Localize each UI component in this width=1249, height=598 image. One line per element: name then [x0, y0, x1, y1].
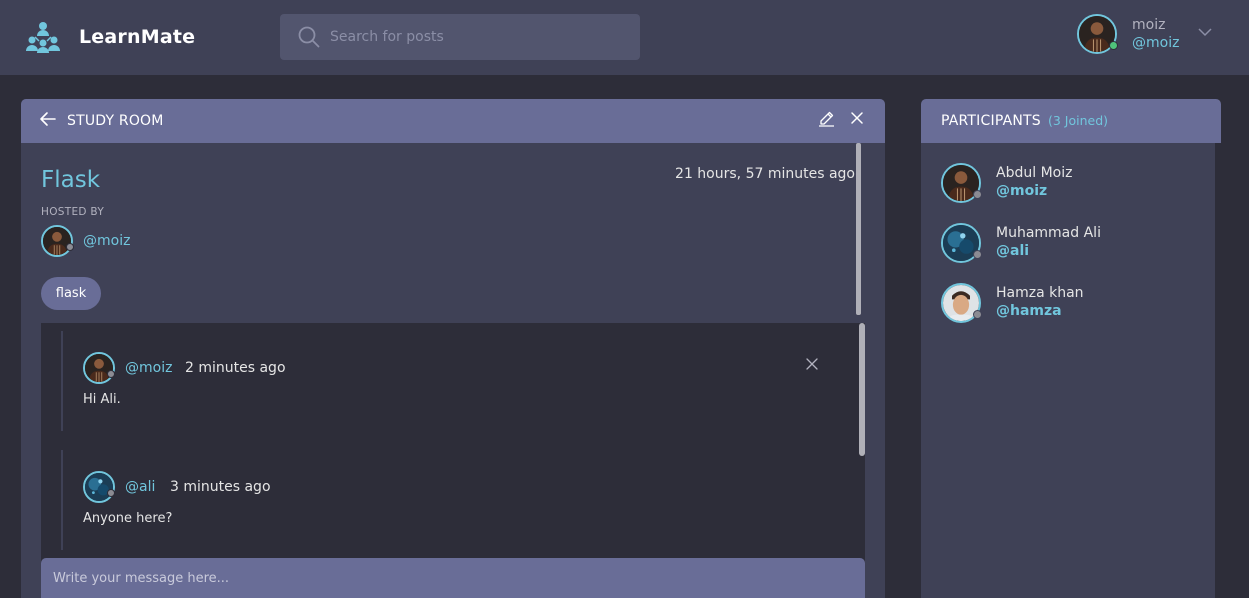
offline-status-dot — [973, 190, 982, 199]
participant-handle[interactable]: @ali — [996, 243, 1029, 259]
user-menu[interactable]: moiz @moiz — [1077, 14, 1227, 56]
online-status-dot — [1109, 41, 1118, 50]
room-name: Flask — [41, 167, 101, 193]
offline-status-dot — [973, 310, 982, 319]
logo-icon[interactable] — [25, 20, 61, 54]
message-body: Anyone here? — [83, 511, 173, 526]
offline-status-dot — [66, 243, 74, 251]
message-input[interactable] — [41, 558, 865, 598]
conversation-scrollbar-thumb[interactable] — [859, 323, 865, 456]
close-icon[interactable] — [849, 110, 865, 126]
room-created-time: 21 hours, 57 minutes ago — [675, 166, 855, 182]
user-name: moiz — [1132, 17, 1166, 33]
host-handle-link[interactable]: @moiz — [83, 233, 130, 249]
message-author-link[interactable]: @ali — [125, 479, 155, 495]
room-section-title: STUDY ROOM — [67, 113, 164, 129]
hosted-by-label: HOSTED BY — [41, 206, 105, 218]
search-input[interactable] — [330, 14, 630, 60]
host-avatar[interactable] — [41, 225, 73, 257]
participants-list: Abdul Moiz @moiz Muhammad Ali @ali Hamza… — [921, 143, 1215, 598]
participant-name: Hamza khan — [996, 285, 1084, 301]
message-item: @moiz 2 minutes ago Hi Ali. — [61, 331, 841, 431]
offline-status-dot — [107, 489, 115, 497]
offline-status-dot — [107, 370, 115, 378]
participant-handle[interactable]: @hamza — [996, 303, 1062, 319]
participant-name: Abdul Moiz — [996, 165, 1073, 181]
message-item: @ali 3 minutes ago Anyone here? — [61, 450, 841, 550]
avatar[interactable] — [83, 352, 115, 384]
top-header: LearnMate moiz @moiz — [0, 0, 1249, 75]
search-bar[interactable] — [280, 14, 640, 60]
participant-item[interactable]: Abdul Moiz @moiz — [941, 163, 1191, 205]
edit-icon[interactable] — [818, 110, 835, 127]
user-handle: @moiz — [1132, 35, 1180, 51]
participant-name: Muhammad Ali — [996, 225, 1101, 241]
message-composer[interactable] — [41, 558, 865, 598]
offline-status-dot — [973, 250, 982, 259]
topic-tag[interactable]: flask — [41, 277, 101, 310]
arrow-left-icon[interactable] — [39, 110, 57, 128]
avatar[interactable] — [83, 471, 115, 503]
brand-name[interactable]: LearnMate — [79, 26, 195, 48]
chevron-down-icon[interactable] — [1197, 24, 1213, 40]
message-time: 3 minutes ago — [170, 479, 271, 495]
participant-handle[interactable]: @moiz — [996, 183, 1047, 199]
participants-count: (3 Joined) — [1048, 113, 1109, 128]
conversation-panel: @moiz 2 minutes ago Hi Ali. @ali 3 minut… — [41, 323, 865, 598]
participants-title: PARTICIPANTS — [941, 113, 1041, 129]
message-author-link[interactable]: @moiz — [125, 360, 172, 376]
participant-item[interactable]: Muhammad Ali @ali — [941, 223, 1191, 265]
search-icon — [298, 26, 320, 48]
close-icon[interactable] — [805, 357, 819, 371]
participants-header: PARTICIPANTS (3 Joined) — [921, 99, 1221, 143]
message-time: 2 minutes ago — [185, 360, 286, 376]
room-header: STUDY ROOM — [21, 99, 885, 143]
room-card: STUDY ROOM Flask 21 hours, 57 minutes ag… — [21, 99, 885, 598]
participant-item[interactable]: Hamza khan @hamza — [941, 283, 1191, 325]
message-body: Hi Ali. — [83, 392, 121, 407]
room-scrollbar-thumb[interactable] — [856, 143, 861, 315]
